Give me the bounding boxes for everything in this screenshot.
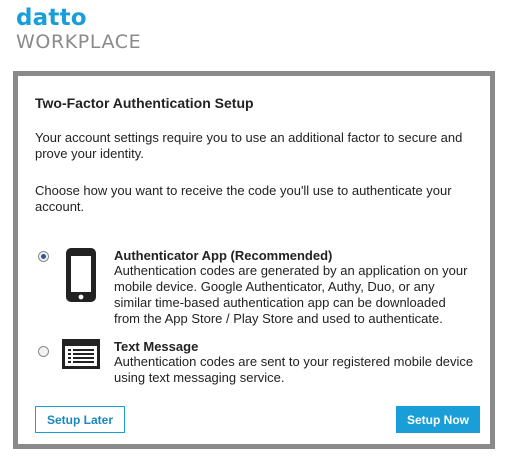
text-message-radio[interactable] xyxy=(38,346,49,357)
authenticator-app-radio[interactable] xyxy=(38,251,49,262)
authenticator-app-title: Authenticator App (Recommended) xyxy=(114,248,333,263)
text-message-description: Authentication codes are sent to your re… xyxy=(114,354,474,385)
setup-now-button[interactable]: Setup Now xyxy=(396,406,480,433)
intro-text: Your account settings require you to use… xyxy=(35,130,463,161)
authenticator-app-description: Authentication codes are generated by an… xyxy=(114,263,468,326)
datto-workplace-logo: datto WORKPLACE xyxy=(16,4,141,53)
text-message-icon xyxy=(62,339,100,369)
setup-later-button[interactable]: Setup Later xyxy=(35,406,125,433)
dialog-title: Two-Factor Authentication Setup xyxy=(35,95,254,111)
logo-datto-text: datto xyxy=(16,5,87,31)
two-factor-setup-dialog: Two-Factor Authentication Setup Your acc… xyxy=(13,71,495,449)
mobile-phone-icon xyxy=(66,248,96,302)
prompt-text: Choose how you want to receive the code … xyxy=(35,183,452,214)
text-message-title: Text Message xyxy=(114,339,199,354)
logo-workplace-text: WORKPLACE xyxy=(16,31,142,53)
